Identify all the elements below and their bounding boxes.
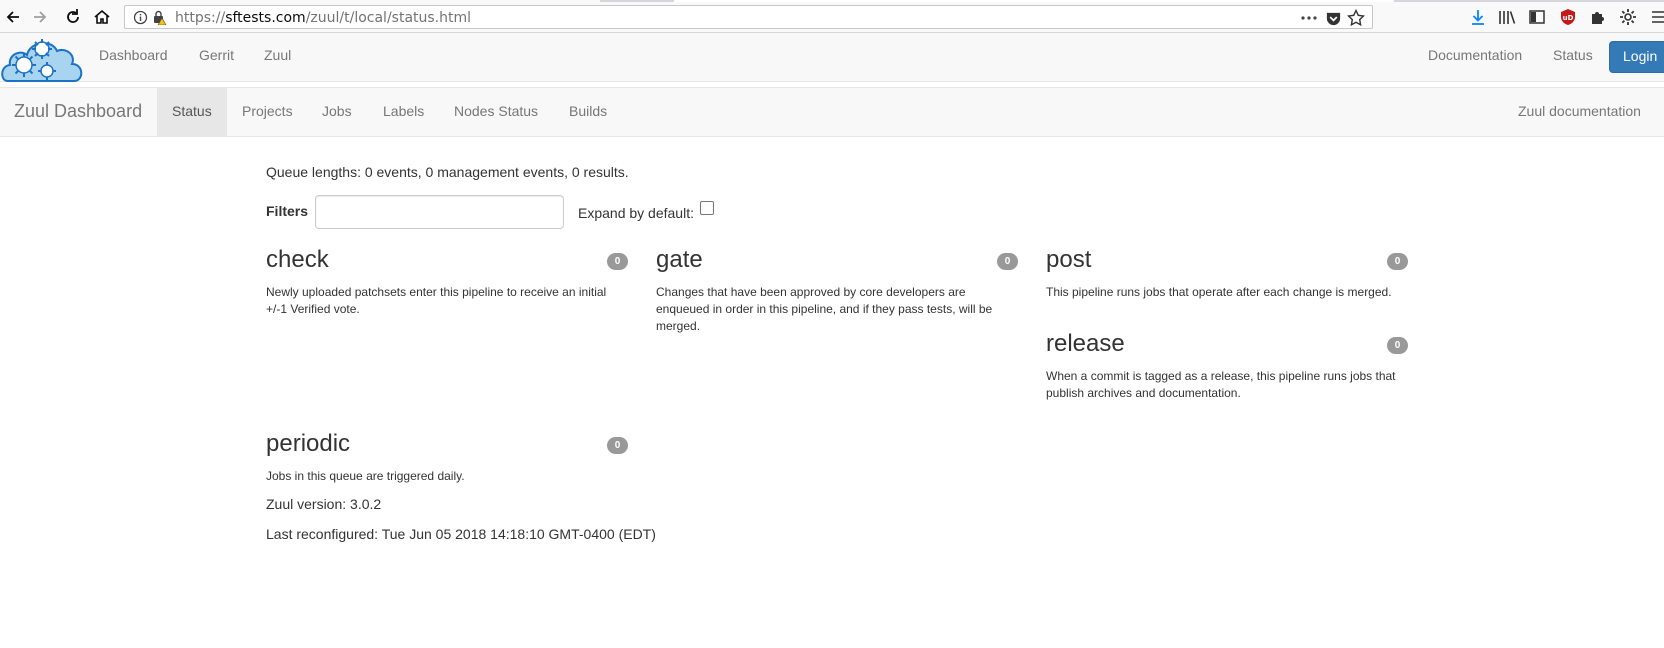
pipeline-gate: gate 0 Changes that have been approved b…	[656, 246, 1018, 335]
nav-gerrit[interactable]: Gerrit	[199, 47, 234, 63]
pipeline-name: periodic	[266, 430, 351, 457]
tab-nodes-status[interactable]: Nodes Status	[454, 88, 538, 136]
status-content: Queue lengths: 0 events, 0 management ev…	[0, 137, 1664, 648]
pipeline-name: release	[1046, 330, 1125, 357]
pipeline-name: post	[1046, 246, 1092, 273]
pipeline-description: When a commit is tagged as a release, th…	[1046, 369, 1396, 400]
pipeline-post: post 0 This pipeline runs jobs that oper…	[1046, 246, 1408, 301]
url-bar[interactable]: https://sftests.com/zuul/t/local/status.…	[124, 5, 1373, 29]
info-icon[interactable]	[133, 10, 148, 25]
reload-icon[interactable]	[62, 6, 84, 28]
login-button[interactable]: Login	[1609, 41, 1664, 73]
pipeline-description: Changes that have been approved by core …	[656, 285, 993, 333]
pipeline-name: check	[266, 246, 329, 273]
zuul-version: Zuul version: 3.0.2	[266, 496, 382, 512]
tab-projects[interactable]: Projects	[242, 88, 293, 136]
insecure-lock-icon[interactable]	[152, 10, 167, 25]
zuul-navbar: Zuul Dashboard Status Projects Jobs Labe…	[0, 87, 1664, 137]
pipeline-periodic: periodic 0 Jobs in this queue are trigge…	[266, 430, 628, 485]
pipeline-description: This pipeline runs jobs that operate aft…	[1046, 285, 1392, 299]
tab-jobs[interactable]: Jobs	[322, 88, 352, 136]
tab-labels[interactable]: Labels	[383, 88, 424, 136]
pipeline-count-badge: 0	[607, 437, 628, 454]
tab-status[interactable]: Status	[157, 88, 227, 136]
nav-zuul[interactable]: Zuul	[264, 47, 291, 63]
extension-icon[interactable]	[1588, 7, 1608, 27]
expand-default-label: Expand by default:	[578, 205, 694, 221]
filters-label: Filters	[266, 203, 309, 219]
pipeline-count-badge: 0	[1387, 253, 1408, 270]
nav-documentation[interactable]: Documentation	[1428, 47, 1522, 63]
bookmark-star-icon[interactable]	[1347, 9, 1365, 27]
pipeline-description: Newly uploaded patchsets enter this pipe…	[266, 285, 607, 316]
sidebar-icon[interactable]	[1527, 7, 1547, 27]
nav-dashboard[interactable]: Dashboard	[99, 47, 168, 63]
top-navbar: Dashboard Gerrit Zuul Documentation Stat…	[0, 33, 1664, 82]
expand-default-checkbox[interactable]	[700, 201, 714, 215]
tab-builds[interactable]: Builds	[569, 88, 607, 136]
pipeline-count-badge: 0	[997, 253, 1018, 270]
pipeline-description: Jobs in this queue are triggered daily.	[266, 469, 465, 483]
url-text[interactable]: https://sftests.com/zuul/t/local/status.…	[175, 10, 471, 26]
zuul-brand[interactable]: Zuul Dashboard	[14, 101, 142, 122]
pipeline-check: check 0 Newly uploaded patchsets enter t…	[266, 246, 628, 318]
pipeline-name: gate	[656, 246, 703, 273]
download-icon[interactable]	[1468, 7, 1488, 27]
zuul-documentation-link[interactable]: Zuul documentation	[1518, 88, 1641, 136]
pipeline-count-badge: 0	[1387, 337, 1408, 354]
browser-toolbar: https://sftests.com/zuul/t/local/status.…	[0, 0, 1664, 33]
menu-icon[interactable]	[1648, 7, 1664, 27]
forward-icon[interactable]	[29, 6, 51, 28]
pipeline-release: release 0 When a commit is tagged as a r…	[1046, 330, 1408, 402]
page-actions-icon[interactable]	[1300, 9, 1318, 27]
library-icon[interactable]	[1497, 7, 1517, 27]
svg-text:uD: uD	[1563, 14, 1574, 22]
cloud-gear-logo[interactable]	[0, 33, 84, 85]
pocket-icon[interactable]	[1324, 9, 1342, 27]
filters-input[interactable]	[315, 195, 564, 229]
pipeline-count-badge: 0	[607, 253, 628, 270]
last-reconfigured: Last reconfigured: Tue Jun 05 2018 14:18…	[266, 526, 656, 542]
settings-gear-icon[interactable]	[1618, 7, 1638, 27]
queue-lengths: Queue lengths: 0 events, 0 management ev…	[266, 164, 629, 180]
tab-strip	[600, 0, 1664, 2]
ublock-icon[interactable]: uD	[1558, 7, 1578, 27]
nav-status[interactable]: Status	[1553, 47, 1593, 63]
home-icon[interactable]	[91, 6, 113, 28]
back-icon[interactable]	[2, 6, 24, 28]
